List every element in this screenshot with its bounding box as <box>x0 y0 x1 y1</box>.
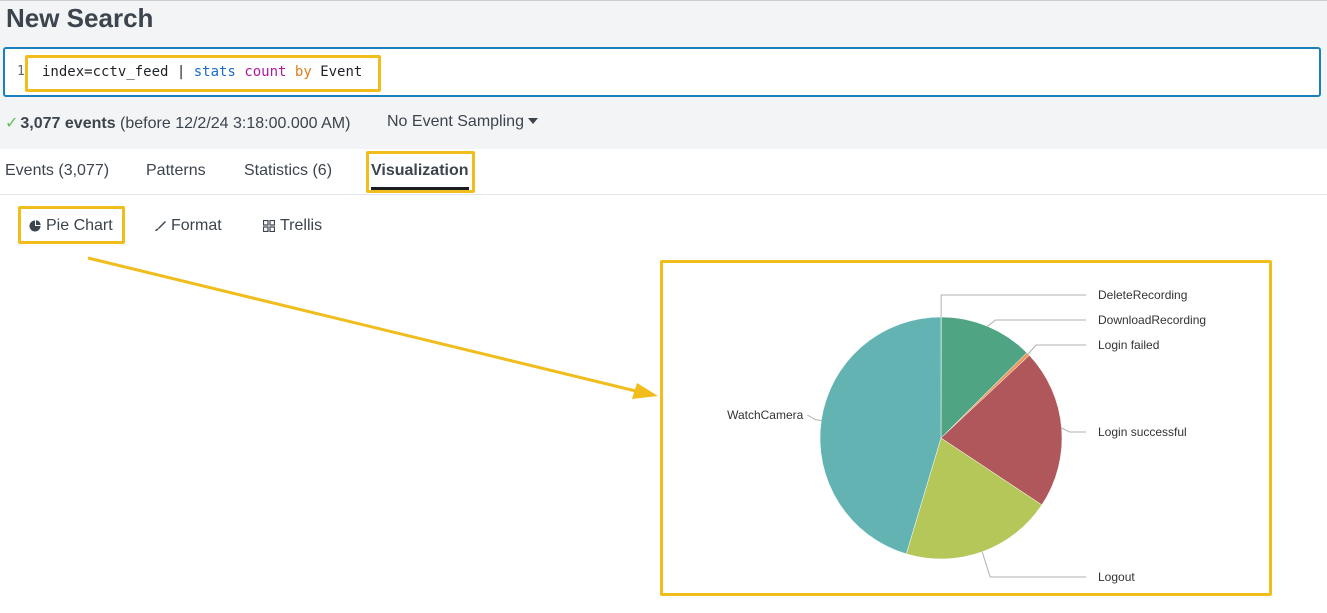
caret-down-icon <box>527 118 538 124</box>
pie-chart-svg: DeleteRecording DownloadRecording Login fa… <box>727 288 1206 584</box>
query-keyword-by: by <box>294 64 312 80</box>
leader-line-login-successful <box>1061 427 1086 433</box>
arrow-line <box>87 256 641 394</box>
trellis-grid-icon <box>263 220 275 232</box>
leader-line-watchcamera <box>807 414 822 421</box>
event-time-range: (before 12/2/24 3:18:00.000 AM) <box>120 115 351 132</box>
arrow-head-icon <box>632 383 658 399</box>
query-function-count: count <box>244 64 287 80</box>
results-tabs: Events (3,077) Patterns Statistics (6) V… <box>0 148 1327 195</box>
tab-events[interactable]: Events (3,077) <box>5 162 109 180</box>
trellis-button[interactable]: Trellis <box>263 217 322 235</box>
format-label: Format <box>171 217 222 234</box>
slice-label-deleterecording: DeleteRecording <box>1098 288 1187 302</box>
tab-statistics[interactable]: Statistics (6) <box>244 162 332 180</box>
search-input[interactable]: 1 index=cctv_feed | stats count by Event <box>3 47 1321 97</box>
line-number: 1 <box>17 64 25 79</box>
sampling-label: No Event Sampling <box>387 113 524 130</box>
pie-chart-icon <box>29 220 41 232</box>
query-base: index=cctv_feed | <box>42 64 194 80</box>
search-query[interactable]: index=cctv_feed | stats count by Event <box>42 64 362 80</box>
check-icon: ✓ <box>5 115 19 132</box>
leader-line-downloadrecording <box>987 319 1086 327</box>
status-row: ✓ 3,077 events (before 12/2/24 3:18:00.00… <box>5 113 350 133</box>
brush-icon <box>155 221 166 231</box>
leader-line-logout <box>981 551 1086 578</box>
slice-label-downloadrecording: DownloadRecording <box>1098 313 1206 327</box>
query-keyword-stats: stats <box>193 64 236 80</box>
pie-chart: DeleteRecording DownloadRecording Login fa… <box>660 258 1272 596</box>
chart-type-button[interactable]: Pie Chart <box>29 217 113 235</box>
leader-line-deleterecording <box>940 294 1086 318</box>
slice-label-logout: Logout <box>1098 570 1135 584</box>
slice-label-login-successful: Login successful <box>1098 425 1187 439</box>
slice-label-login-failed: Login failed <box>1098 338 1159 352</box>
event-sampling-dropdown[interactable]: No Event Sampling <box>387 113 538 131</box>
leader-line-login-failed <box>1027 344 1086 355</box>
tab-patterns[interactable]: Patterns <box>146 162 206 180</box>
trellis-label: Trellis <box>280 217 323 234</box>
format-button[interactable]: Format <box>154 217 222 235</box>
event-count: 3,077 events <box>20 115 116 132</box>
page-title: New Search <box>6 3 154 33</box>
tab-visualization[interactable]: Visualization <box>371 162 469 190</box>
slice-label-watchcamera: WatchCamera <box>727 408 804 422</box>
query-field-event: Event <box>320 64 363 80</box>
chart-type-label: Pie Chart <box>46 217 113 234</box>
